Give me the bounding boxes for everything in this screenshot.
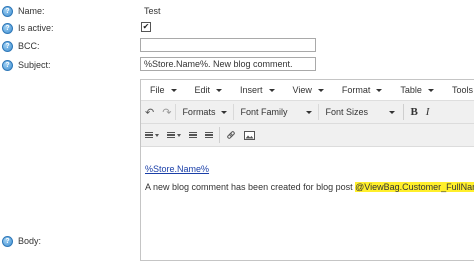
is-active-label: Is active:	[18, 23, 54, 33]
font-sizes-dropdown[interactable]: Font Sizes	[318, 104, 401, 120]
body-text: A new blog comment has been created for …	[145, 182, 474, 192]
chevron-down-icon	[376, 88, 383, 92]
outdent-icon	[189, 131, 197, 139]
help-icon[interactable]: ?	[2, 59, 13, 71]
menu-tools[interactable]: Tools	[452, 85, 474, 95]
customer-fullname-token: @ViewBag.Customer_FullName	[355, 182, 474, 192]
font-sizes-label: Font Sizes	[325, 107, 368, 117]
subject-row-label: ? Subject:	[2, 59, 51, 71]
bullet-list-button[interactable]	[141, 127, 163, 143]
menu-label: View	[292, 85, 312, 95]
subject-label: Subject:	[18, 60, 51, 70]
bcc-row-label: ? BCC:	[2, 40, 40, 52]
chevron-down-icon	[177, 133, 181, 137]
body-text-start: A new blog comment has been created for …	[145, 182, 356, 192]
chevron-down-icon	[221, 110, 228, 114]
menu-view[interactable]: View	[293, 85, 324, 95]
help-icon[interactable]: ?	[2, 40, 13, 52]
numbered-list-button[interactable]	[163, 127, 185, 143]
undo-icon[interactable]: ↶	[141, 104, 158, 120]
formats-label: Formats	[182, 107, 216, 117]
chevron-down-icon	[216, 88, 223, 92]
help-icon[interactable]: ?	[2, 235, 13, 247]
body-label: Body:	[18, 236, 42, 246]
chevron-down-icon	[268, 88, 275, 92]
chevron-down-icon	[427, 88, 434, 92]
chevron-down-icon	[389, 110, 396, 114]
menu-edit[interactable]: Edit	[195, 85, 223, 95]
menu-label: Format	[341, 85, 371, 95]
outdent-button[interactable]	[185, 127, 201, 143]
name-row-label: ? Name:	[2, 5, 45, 17]
help-icon[interactable]: ?	[2, 5, 13, 17]
menu-label: Table	[400, 85, 422, 95]
numbered-list-icon	[167, 131, 175, 139]
is-active-checkbox[interactable]: ✔	[141, 22, 151, 32]
font-family-dropdown[interactable]: Font Family	[233, 104, 318, 120]
menu-label: File	[150, 85, 165, 95]
menu-file[interactable]: File	[150, 85, 177, 95]
body-editor: File Edit Insert View Format Table Tools ↶ ↷ F…	[140, 79, 474, 261]
toolbar-divider	[219, 127, 220, 143]
link-icon	[227, 131, 235, 139]
indent-button[interactable]	[201, 127, 217, 143]
bold-button[interactable]: B	[406, 104, 421, 120]
name-value: Test	[144, 6, 161, 16]
editor-toolbar-1: ↶ ↷ Formats Font Family Font Sizes B I	[141, 101, 474, 124]
image-icon	[244, 130, 255, 140]
active-row-label: ? Is active:	[2, 22, 54, 34]
italic-button[interactable]: I	[422, 104, 434, 120]
body-row-label: ? Body:	[2, 235, 41, 247]
chevron-down-icon	[306, 110, 313, 114]
toolbar-divider	[403, 104, 405, 120]
editor-toolbar-2	[141, 124, 474, 147]
chevron-down-icon	[170, 88, 177, 92]
editor-menubar: File Edit Insert View Format Table Tools	[141, 80, 474, 101]
store-name-link[interactable]: %Store.Name%	[145, 164, 209, 174]
bullet-list-icon	[145, 131, 153, 139]
name-label: Name:	[18, 6, 45, 16]
bcc-input[interactable]	[140, 38, 316, 52]
indent-icon	[205, 131, 213, 139]
font-family-label: Font Family	[240, 107, 288, 117]
insert-image-button[interactable]	[240, 127, 259, 143]
italic-icon: I	[425, 106, 430, 118]
chevron-down-icon	[155, 133, 159, 137]
bold-icon: B	[410, 106, 418, 118]
insert-link-button[interactable]	[222, 127, 240, 143]
menu-label: Edit	[194, 85, 211, 95]
menu-table[interactable]: Table	[400, 85, 434, 95]
formats-dropdown[interactable]: Formats	[175, 104, 233, 120]
menu-label: Tools	[451, 85, 473, 95]
menu-label: Insert	[240, 85, 263, 95]
bcc-label: BCC:	[18, 41, 40, 51]
subject-input[interactable]: %Store.Name%. New blog comment.	[140, 57, 316, 71]
help-icon[interactable]: ?	[2, 22, 13, 34]
menu-insert[interactable]: Insert	[240, 85, 275, 95]
menu-format[interactable]: Format	[342, 85, 383, 95]
chevron-down-icon	[317, 88, 324, 92]
redo-icon[interactable]: ↷	[158, 104, 175, 120]
